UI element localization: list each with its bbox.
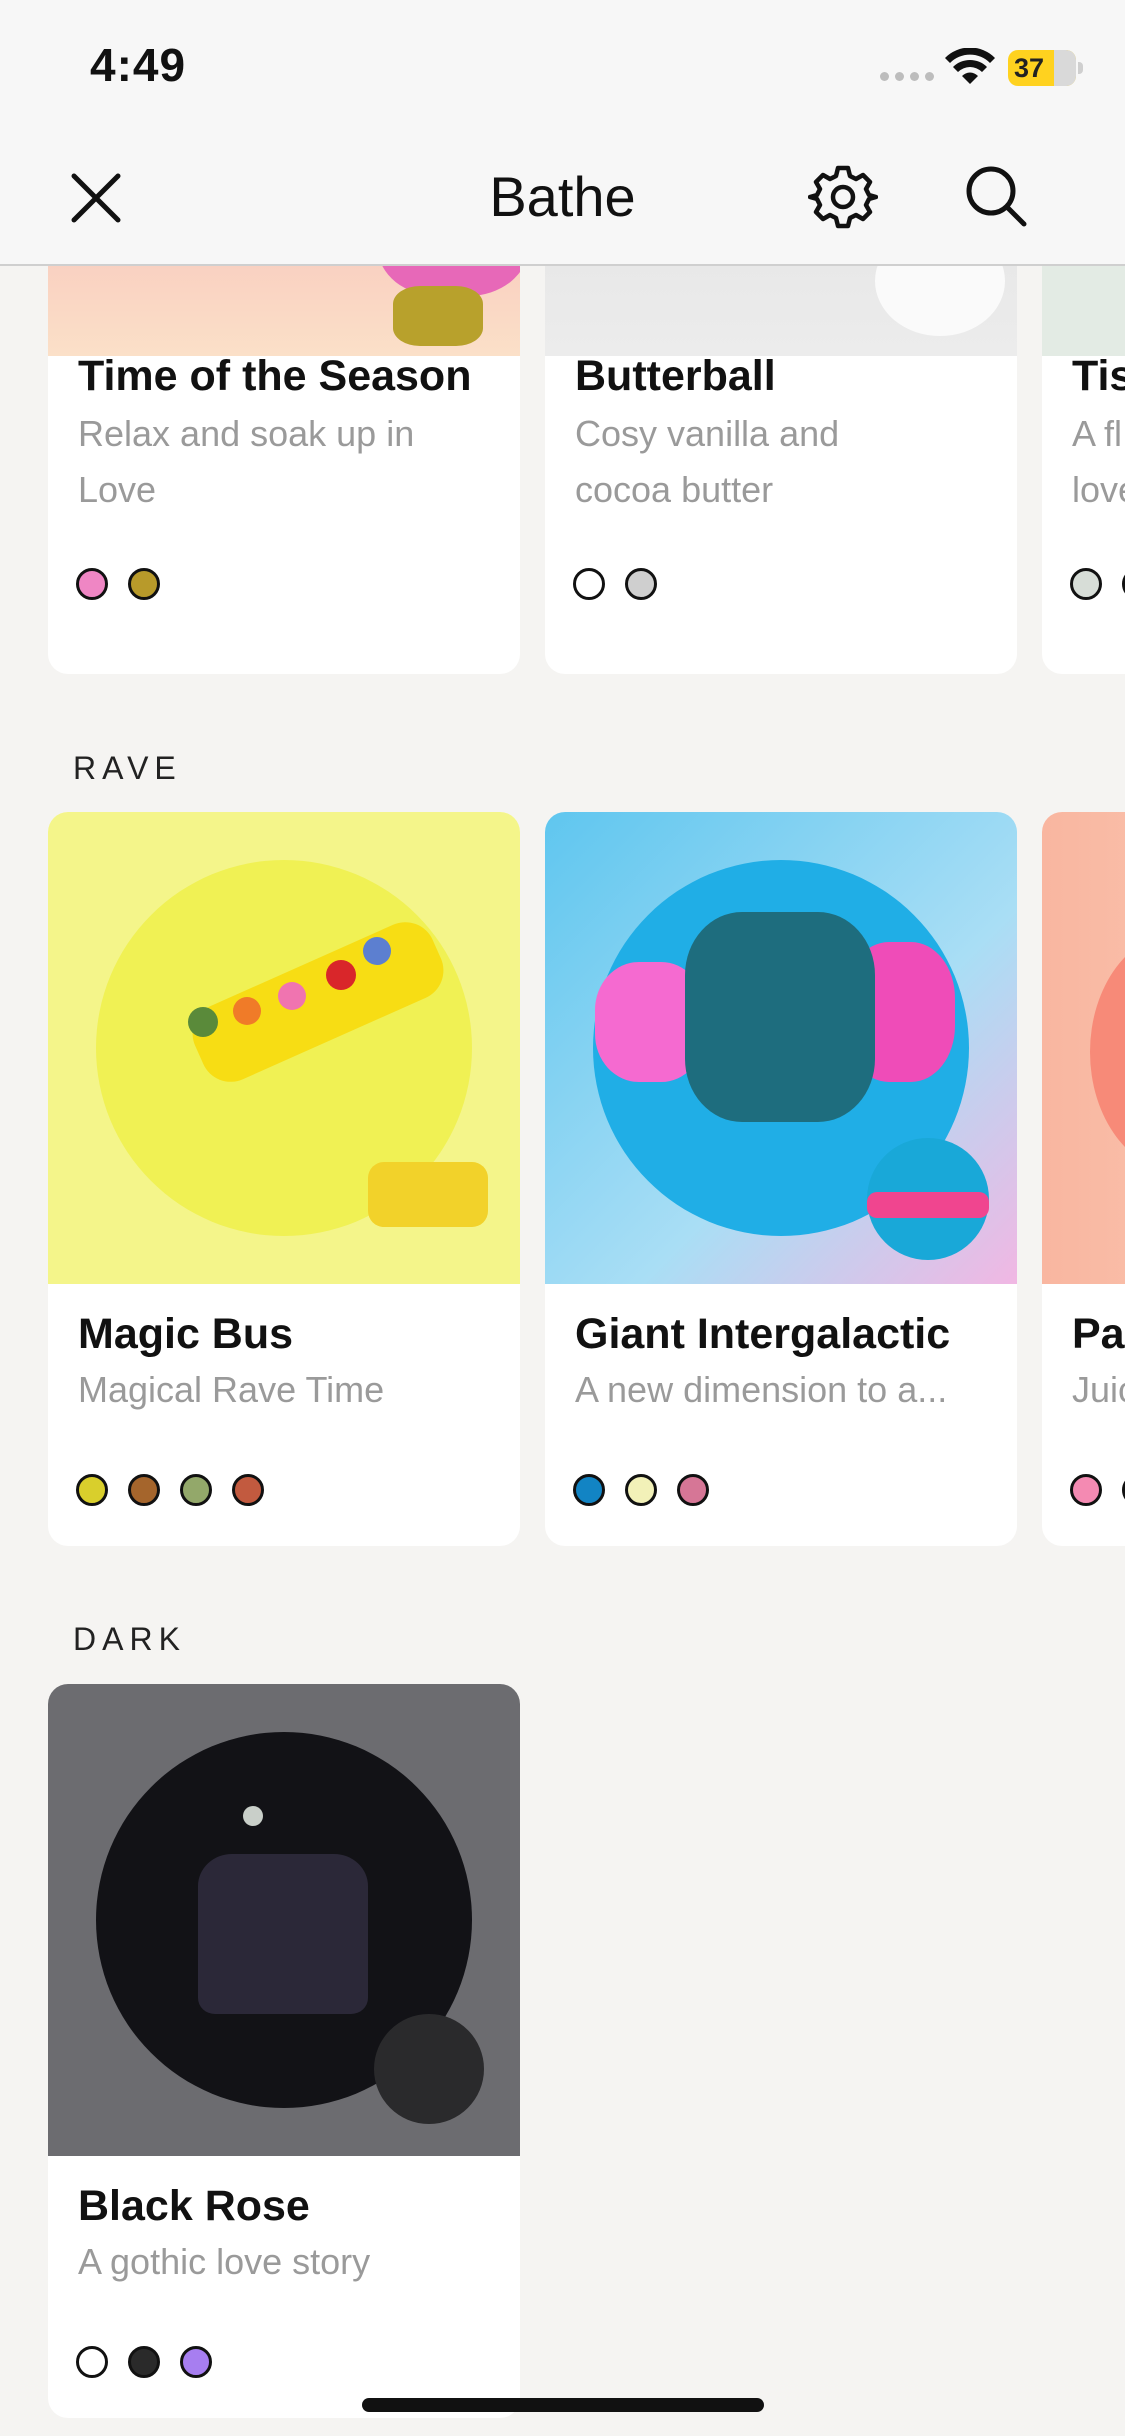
product-card[interactable]: Black Rose A gothic love story [48,1684,520,2418]
status-bar: 4:49 37 [0,0,1125,140]
battery-level: 37 [1014,53,1045,83]
color-swatches [573,568,657,600]
color-swatch [128,1474,160,1506]
color-swatch [625,568,657,600]
color-swatches [1070,568,1125,600]
color-swatch [76,1474,108,1506]
product-name: Tis [1072,352,1125,400]
color-swatch [1070,568,1102,600]
product-description: Magical Rave Time [78,1369,385,1410]
page-title: Bathe [489,165,636,228]
content-scroll[interactable]: Time of the Season Relax and soak up in … [0,266,1125,2436]
product-card[interactable]: Time of the Season Relax and soak up in … [48,266,520,674]
product-name: Butterball [575,352,776,400]
close-icon[interactable] [64,166,134,236]
product-card[interactable]: Pas Juic [1042,812,1125,1546]
product-description: A gothic love story [78,2241,371,2282]
product-image [545,266,1017,356]
product-card[interactable]: Butterball Cosy vanilla and cocoa butter [545,266,1017,674]
product-image [48,266,520,356]
product-image [1042,812,1125,1284]
status-time: 4:49 [90,39,187,91]
color-swatches [76,1474,264,1506]
product-description: Relax and soak up in Love [78,413,415,510]
color-swatch [76,2346,108,2378]
product-card[interactable]: Giant Intergalactic A new dimension to a… [545,812,1017,1546]
product-card[interactable]: Magic Bus Magical Rave Time [48,812,520,1546]
color-swatch [76,568,108,600]
product-description: Cosy vanilla and cocoa butter [575,413,840,510]
cellular-signal-icon [880,72,934,81]
color-swatch [677,1474,709,1506]
product-image [48,812,520,1284]
color-swatch [232,1474,264,1506]
product-name: Time of the Season [78,352,472,400]
product-image [48,1684,520,2156]
section-label-dark: DARK [73,1621,186,1657]
color-swatch [573,568,605,600]
color-swatch [128,568,160,600]
battery-icon: 37 [1008,50,1076,86]
search-icon[interactable] [962,162,1032,232]
product-description: A new dimension to a... [575,1369,948,1410]
color-swatch [180,2346,212,2378]
product-image [545,812,1017,1284]
color-swatch [625,1474,657,1506]
product-name: Black Rose [78,2182,310,2230]
home-indicator[interactable] [362,2398,764,2412]
product-name: Magic Bus [78,1310,294,1358]
color-swatches [76,568,160,600]
product-name: Giant Intergalactic [575,1310,951,1358]
color-swatches [76,2346,212,2378]
product-name: Pas [1072,1310,1125,1358]
product-card[interactable]: Tis A fl love [1042,266,1125,674]
wifi-icon [945,48,995,84]
color-swatches [573,1474,709,1506]
color-swatch [128,2346,160,2378]
color-swatch [1070,1474,1102,1506]
color-swatches [1070,1474,1125,1506]
color-swatch [573,1474,605,1506]
nav-bar: Bathe [0,140,1125,266]
product-image [1042,266,1125,356]
product-description: A fl love [1072,413,1125,510]
gear-icon[interactable] [808,162,878,232]
section-label-rave: RAVE [73,750,182,786]
color-swatch [180,1474,212,1506]
product-description: Juic [1072,1369,1125,1410]
